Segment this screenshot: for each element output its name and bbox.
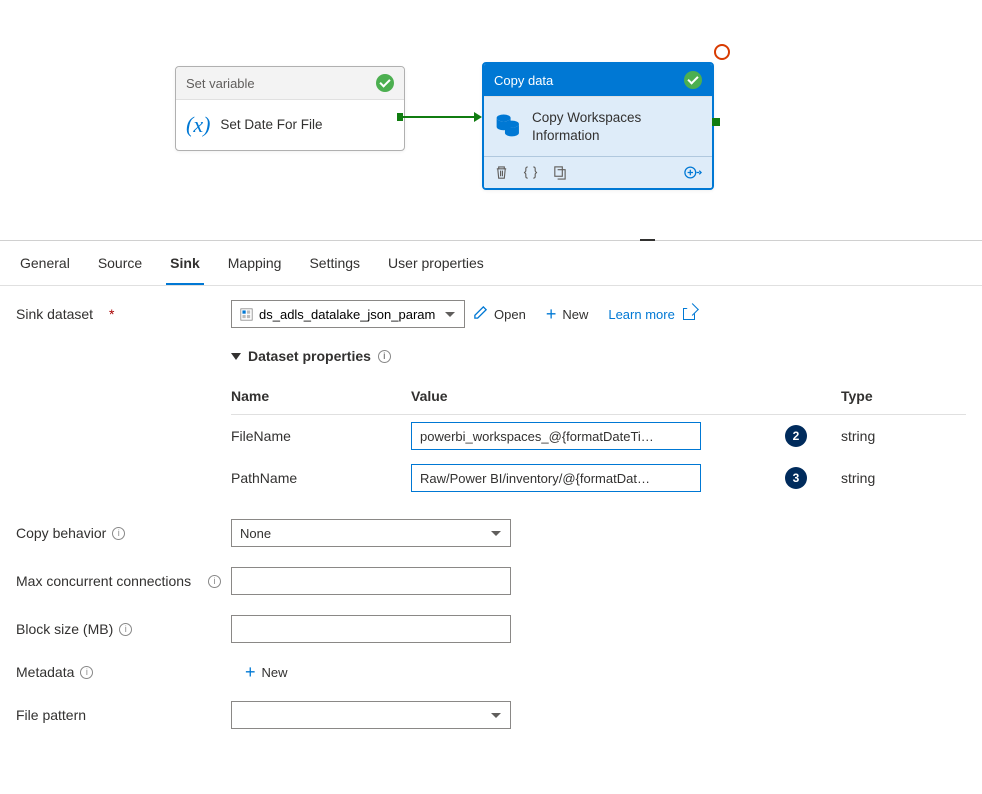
param-name: PathName bbox=[231, 470, 411, 486]
sink-dataset-value bbox=[259, 307, 438, 322]
collapse-icon bbox=[231, 353, 241, 360]
tab-settings[interactable]: Settings bbox=[305, 255, 364, 285]
col-header-name: Name bbox=[231, 388, 411, 404]
activity-header: Copy data bbox=[484, 64, 712, 97]
copy-behavior-dropdown[interactable]: None bbox=[231, 519, 511, 547]
edit-icon bbox=[473, 305, 488, 324]
new-dataset-button[interactable]: + New bbox=[546, 305, 589, 323]
tab-general[interactable]: General bbox=[16, 255, 74, 285]
tab-source[interactable]: Source bbox=[94, 255, 146, 285]
filename-input[interactable] bbox=[411, 422, 701, 450]
copy-icon[interactable] bbox=[552, 165, 567, 180]
sink-dataset-label: Sink dataset * bbox=[16, 306, 231, 322]
file-pattern-label: File pattern bbox=[16, 707, 231, 723]
file-pattern-dropdown[interactable] bbox=[231, 701, 511, 729]
dataset-properties-section: Dataset properties i Name Value Type Fil… bbox=[231, 348, 966, 499]
pathname-input[interactable] bbox=[411, 464, 701, 492]
activity-toolbar bbox=[484, 156, 712, 188]
sink-dataset-dropdown[interactable] bbox=[231, 300, 465, 328]
plus-icon: + bbox=[546, 305, 557, 323]
info-icon[interactable]: i bbox=[112, 527, 125, 540]
new-metadata-button[interactable]: + New bbox=[245, 663, 288, 681]
activity-set-variable[interactable]: Set variable (x) Set Date For File bbox=[175, 66, 405, 151]
dataset-icon bbox=[240, 308, 253, 321]
copy-behavior-label: Copy behavior i bbox=[16, 525, 231, 541]
row-file-pattern: File pattern bbox=[16, 701, 966, 729]
success-icon bbox=[376, 74, 394, 92]
open-dataset-button[interactable]: Open bbox=[473, 305, 526, 324]
activity-header: Set variable bbox=[176, 67, 404, 100]
metadata-label: Metadata i bbox=[16, 664, 231, 680]
activity-name-label: Set Date For File bbox=[220, 116, 322, 134]
info-icon[interactable]: i bbox=[80, 666, 93, 679]
info-icon[interactable]: i bbox=[208, 575, 221, 588]
form: Sink dataset * 1 Open + New bbox=[0, 286, 982, 763]
row-max-concurrent: Max concurrent connections i bbox=[16, 567, 966, 595]
activity-copy-data[interactable]: Copy data Copy Workspaces Information bbox=[482, 62, 714, 190]
copy-data-icon bbox=[494, 111, 522, 142]
success-icon bbox=[684, 71, 702, 89]
annotation-badge-2: 2 bbox=[785, 425, 807, 447]
row-block-size: Block size (MB) i bbox=[16, 615, 966, 643]
connector-success[interactable] bbox=[403, 116, 474, 118]
tab-user-properties[interactable]: User properties bbox=[384, 255, 488, 285]
activity-body: Copy Workspaces Information bbox=[484, 97, 712, 156]
param-name: FileName bbox=[231, 428, 411, 444]
activity-type-label: Copy data bbox=[494, 73, 553, 88]
table-row: FileName 2 string bbox=[231, 415, 966, 457]
row-metadata: Metadata i + New bbox=[16, 663, 966, 681]
add-output-icon[interactable] bbox=[684, 165, 702, 180]
code-braces-icon[interactable] bbox=[523, 165, 538, 180]
dataset-properties-toggle[interactable]: Dataset properties i bbox=[231, 348, 966, 364]
activity-type-label: Set variable bbox=[186, 76, 255, 91]
delete-icon[interactable] bbox=[494, 165, 509, 180]
param-type: string bbox=[841, 428, 966, 444]
properties-panel: General Source Sink Mapping Settings Use… bbox=[0, 240, 982, 763]
row-copy-behavior: Copy behavior i None bbox=[16, 519, 966, 547]
info-icon[interactable]: i bbox=[378, 350, 391, 363]
external-link-icon bbox=[683, 308, 695, 320]
info-icon[interactable]: i bbox=[119, 623, 132, 636]
learn-more-link[interactable]: Learn more bbox=[608, 307, 694, 322]
max-concurrent-input[interactable] bbox=[231, 567, 511, 595]
pipeline-canvas[interactable]: Set variable (x) Set Date For File Copy … bbox=[0, 0, 982, 240]
props-header: Name Value Type bbox=[231, 378, 966, 415]
out-connector[interactable] bbox=[712, 118, 720, 126]
table-row: PathName 3 string bbox=[231, 457, 966, 499]
param-type: string bbox=[841, 470, 966, 486]
annotation-circle-icon bbox=[714, 44, 730, 60]
activity-name-label: Copy Workspaces Information bbox=[532, 109, 702, 144]
variable-fx-icon: (x) bbox=[186, 112, 210, 138]
tab-mapping[interactable]: Mapping bbox=[224, 255, 286, 285]
tab-sink[interactable]: Sink bbox=[166, 255, 204, 285]
max-concurrent-label: Max concurrent connections i bbox=[16, 573, 231, 589]
plus-icon: + bbox=[245, 663, 256, 681]
row-sink-dataset: Sink dataset * 1 Open + New bbox=[16, 300, 966, 328]
col-header-value: Value bbox=[411, 388, 751, 404]
col-header-type: Type bbox=[841, 388, 966, 404]
block-size-input[interactable] bbox=[231, 615, 511, 643]
tab-bar: General Source Sink Mapping Settings Use… bbox=[0, 241, 982, 286]
panel-drag-handle[interactable] bbox=[640, 239, 655, 241]
block-size-label: Block size (MB) i bbox=[16, 621, 231, 637]
activity-body: (x) Set Date For File bbox=[176, 100, 404, 150]
annotation-badge-3: 3 bbox=[785, 467, 807, 489]
